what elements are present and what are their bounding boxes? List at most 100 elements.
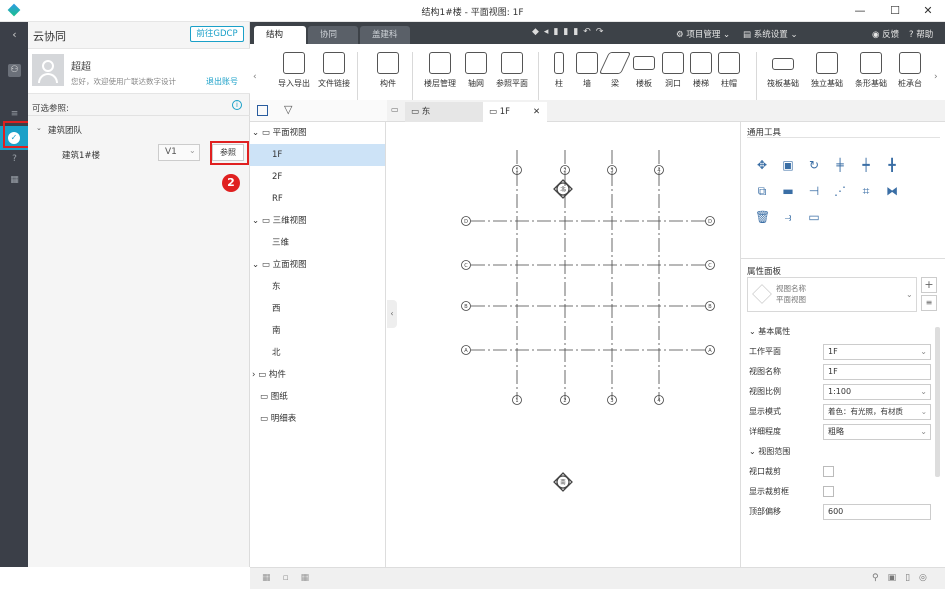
grid-apps-icon[interactable]: ▦ xyxy=(8,174,21,187)
doc-tab-1f[interactable]: ▭ 1F ✕ xyxy=(483,102,547,122)
mirror-axis-icon[interactable]: ╋ xyxy=(885,158,899,172)
prop-label: 视图比例 xyxy=(749,387,781,396)
status-left-icons[interactable]: ▦▫▦ xyxy=(262,573,321,583)
filter-icon[interactable]: ▽ xyxy=(284,103,292,116)
split-icon[interactable]: ⥽ xyxy=(781,210,795,224)
edit-type-icon[interactable]: ≡ xyxy=(921,295,937,311)
slab-icon xyxy=(633,56,655,70)
axis-grid-button[interactable]: 轴网 xyxy=(458,52,494,89)
logout-link[interactable]: 退出账号 xyxy=(206,76,238,87)
column-cap-button[interactable]: 柱帽 xyxy=(715,52,743,89)
collapse-chevron-icon[interactable]: ‹ xyxy=(8,28,21,41)
expand-team-chevron-icon[interactable]: ⌄ xyxy=(36,124,42,132)
delete-icon[interactable]: 🗑 xyxy=(755,210,770,224)
raft-foundation-button[interactable]: 筏板基础 xyxy=(762,52,804,89)
doc-tab-east[interactable]: ▭ 东 xyxy=(405,102,483,122)
prop-label: 工作平面 xyxy=(749,347,781,356)
close-button[interactable]: ✕ xyxy=(913,2,943,20)
minimize-button[interactable]: — xyxy=(845,2,875,20)
help-button[interactable]: ? 帮助 xyxy=(909,28,933,40)
group-icon[interactable]: ⌗ xyxy=(859,184,873,198)
tab-gaijianke[interactable]: 盖建科 xyxy=(360,26,410,44)
version-select[interactable]: V1 ⌄ xyxy=(158,144,200,161)
help-circle-icon[interactable]: ? xyxy=(8,153,21,166)
list-icon[interactable]: ≡ xyxy=(8,108,21,121)
slab-button[interactable]: 楼板 xyxy=(629,52,659,89)
pile-cap-button[interactable]: 桩承台 xyxy=(892,52,928,89)
file-link-button[interactable]: 文件链接 xyxy=(316,52,352,89)
ref-plane-button[interactable]: 参照平面 xyxy=(494,52,530,89)
import-export-button[interactable]: 导入导出 xyxy=(276,52,312,89)
column-button[interactable]: 柱 xyxy=(545,52,573,89)
tree-group-drawing[interactable]: ▭ 图纸 xyxy=(250,386,385,408)
tree-item-west[interactable]: 西 xyxy=(250,298,385,320)
measure-icon[interactable]: ▭ xyxy=(807,210,821,224)
tree-item-south[interactable]: 南 xyxy=(250,320,385,342)
strip-foundation-button[interactable]: 条形基础 xyxy=(850,52,892,89)
tree-item-3d[interactable]: 三维 xyxy=(250,232,385,254)
tree-group-component[interactable]: › ▭ 构件 xyxy=(250,364,385,386)
component-button[interactable]: 构件 xyxy=(370,52,406,89)
ribbon-scroll-right-icon[interactable]: › xyxy=(934,72,938,82)
panel-toggle-icon[interactable] xyxy=(257,105,268,116)
wall-button[interactable]: 墙 xyxy=(573,52,601,89)
top-offset-input[interactable]: 600 xyxy=(823,504,931,520)
display-mode-select[interactable]: 着色：有光照，有材质 ⌄ xyxy=(823,404,931,420)
trim-icon[interactable]: ▬ xyxy=(781,184,795,198)
grid-label-left-c: C xyxy=(464,263,468,269)
opening-button[interactable]: 洞口 xyxy=(659,52,687,89)
tree-item-2f[interactable]: 2F xyxy=(250,166,385,188)
view-name-input[interactable]: 1F xyxy=(823,364,931,380)
copy-icon[interactable]: ▣ xyxy=(781,158,795,172)
project-menu[interactable]: ⚙ 项目管理 ⌄ xyxy=(676,28,730,40)
array-icon[interactable]: ⋰ xyxy=(833,184,847,198)
tree-group-elevation[interactable]: ⌄ ▭ 立面视图 xyxy=(250,254,385,276)
close-tab-icon[interactable]: ✕ xyxy=(533,102,540,122)
add-type-button[interactable]: + xyxy=(921,277,937,293)
tree-group-schedule[interactable]: ▭ 明细表 xyxy=(250,408,385,430)
mirror-icon[interactable]: ⧓ xyxy=(885,184,899,198)
tree-item-east[interactable]: 东 xyxy=(250,276,385,298)
tree-item-rf[interactable]: RF xyxy=(250,188,385,210)
feedback-button[interactable]: ◉ 反馈 xyxy=(872,28,899,40)
ribbon-scroll-left-icon[interactable]: ‹ xyxy=(253,72,257,82)
scale-select[interactable]: 1:100 ⌄ xyxy=(823,384,931,400)
quick-access-icons[interactable]: ◆◂▮▮▮↶↷ xyxy=(532,27,608,37)
dropdown-chevron-icon: ⌄ xyxy=(906,290,913,299)
detail-level-select[interactable]: 粗略 ⌄ xyxy=(823,424,931,440)
stair-button[interactable]: 楼梯 xyxy=(687,52,715,89)
doc-tab-menu-icon[interactable]: ▭ xyxy=(391,105,399,114)
isolated-foundation-button[interactable]: 独立基础 xyxy=(806,52,848,89)
tab-structure[interactable]: 结构 xyxy=(254,26,306,44)
goto-gdcp-button[interactable]: 前往GDCP xyxy=(190,26,244,42)
view-type-selector[interactable]: 视图名称 平面视图 ⌄ xyxy=(747,277,917,312)
beam-button[interactable]: 梁 xyxy=(598,52,632,89)
floor-manage-button[interactable]: 楼层管理 xyxy=(422,52,458,89)
grid-label-right-a: A xyxy=(708,348,712,354)
crop-checkbox[interactable] xyxy=(823,466,834,477)
rotate-icon[interactable]: ↻ xyxy=(807,158,821,172)
tree-item-north[interactable]: 北 xyxy=(250,342,385,364)
props-scrollbar[interactable] xyxy=(935,327,940,477)
user-icon[interactable]: ⚇ xyxy=(8,64,21,77)
crop-box-checkbox[interactable] xyxy=(823,486,834,497)
tree-group-plan[interactable]: ⌄ ▭ 平面视图 xyxy=(250,122,385,144)
tree-group-3d[interactable]: ⌄ ▭ 三维视图 xyxy=(250,210,385,232)
info-icon[interactable]: i xyxy=(232,100,242,110)
offset-icon[interactable]: ┿ xyxy=(859,158,873,172)
move-icon[interactable]: ✥ xyxy=(755,158,769,172)
section-view-range[interactable]: ⌄ 视图范围 xyxy=(749,442,933,462)
align-icon[interactable]: ╪ xyxy=(833,158,847,172)
workplane-select[interactable]: 1F ⌄ xyxy=(823,344,931,360)
settings-menu[interactable]: ▤ 系统设置 ⌄ xyxy=(743,28,798,40)
status-right-icons[interactable]: ⚲▣▯◎ xyxy=(872,573,936,583)
ref-plane-icon xyxy=(501,52,523,74)
section-basic[interactable]: ⌄ 基本属性 xyxy=(749,322,933,342)
tab-collab[interactable]: 协同 xyxy=(308,26,358,44)
axis-grid-drawing: 1 2 3 4 1 2 3 4 D C B A D C B A 北 南 xyxy=(461,150,715,492)
extend-icon[interactable]: ⊣ xyxy=(807,184,821,198)
tree-item-1f[interactable]: 1F xyxy=(250,144,385,166)
clone-icon[interactable]: ⧉ xyxy=(755,184,769,198)
maximize-button[interactable]: ☐ xyxy=(880,2,910,20)
drawing-canvas[interactable]: ‹ 1 2 3 4 1 2 3 4 D C B A D C B A 北 南 xyxy=(387,122,740,567)
